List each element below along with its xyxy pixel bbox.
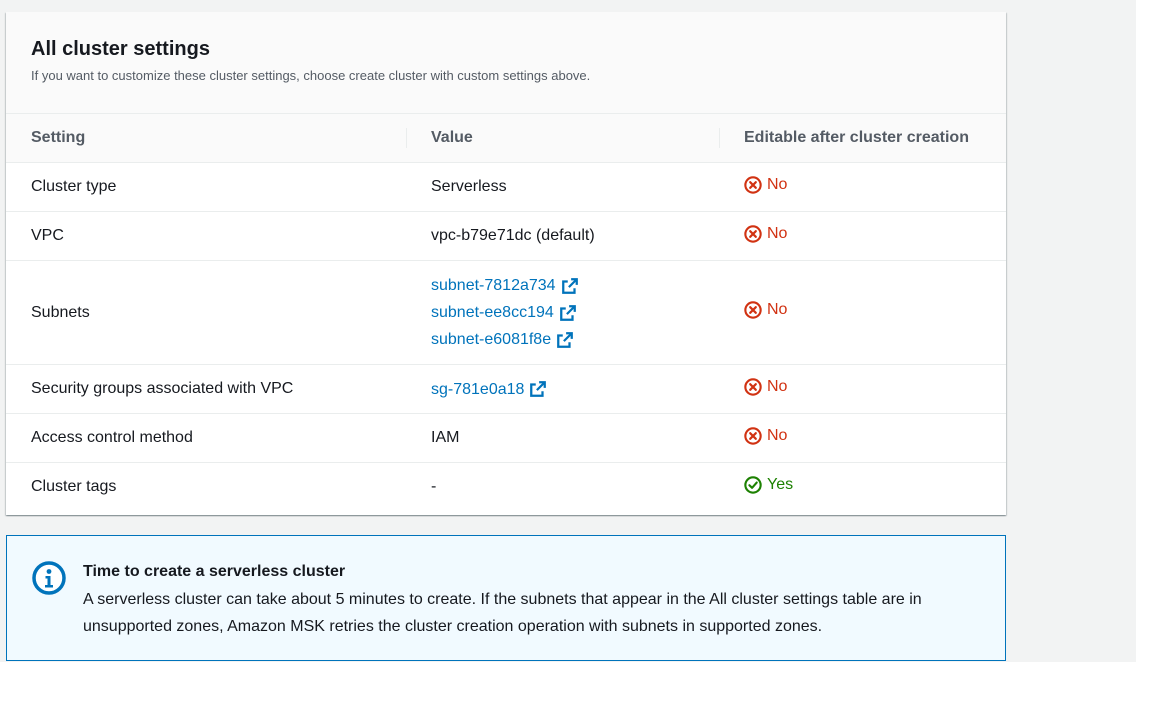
setting-value: IAM	[431, 429, 460, 446]
cluster-settings-panel: All cluster settings If you want to cust…	[6, 12, 1006, 515]
setting-value: -	[431, 478, 437, 496]
info-alert: Time to create a serverless cluster A se…	[6, 535, 1006, 661]
setting-value: Serverless	[431, 178, 507, 195]
table-row: Cluster tags - Yes	[6, 463, 1006, 512]
info-title: Time to create a serverless cluster	[83, 563, 346, 580]
panel-description: If you want to customize these cluster s…	[31, 68, 591, 83]
settings-table: Setting Value Editable after cluster cre…	[6, 114, 1006, 512]
x-circle-icon	[744, 175, 762, 194]
subnet-link[interactable]: subnet-ee8cc194	[431, 299, 577, 326]
table-row: VPC vpc-b79e71dc (default) No	[6, 211, 1006, 261]
editable-status: No	[744, 427, 787, 445]
column-header-editable: Editable after cluster creation	[719, 114, 1006, 163]
setting-name: Subnets	[6, 260, 406, 365]
x-circle-icon	[744, 426, 762, 445]
column-header-value: Value	[406, 114, 719, 163]
editable-status: No	[744, 301, 787, 319]
column-header-setting: Setting	[6, 114, 406, 163]
info-icon	[32, 561, 66, 595]
table-row: Subnets subnet-7812a734 subnet-ee8cc194 …	[6, 260, 1006, 365]
table-row: Cluster type Serverless No	[6, 162, 1006, 212]
setting-name: Security groups associated with VPC	[6, 364, 406, 414]
editable-status: No	[744, 378, 787, 396]
editable-status: Yes	[744, 476, 793, 494]
check-circle-icon	[744, 476, 762, 494]
subnet-link[interactable]: subnet-e6081f8e	[431, 326, 574, 353]
panel-title: All cluster settings	[31, 38, 210, 60]
table-row: Security groups associated with VPC sg-7…	[6, 364, 1006, 414]
setting-name: Access control method	[6, 413, 406, 463]
setting-name: Cluster type	[6, 162, 406, 212]
x-circle-icon	[744, 224, 762, 243]
external-link-icon	[561, 277, 578, 294]
external-link-icon	[557, 331, 573, 348]
external-link-icon	[530, 381, 547, 397]
setting-value: vpc-b79e71dc (default)	[431, 227, 595, 244]
x-circle-icon	[744, 377, 762, 396]
setting-name: Cluster tags	[31, 478, 117, 496]
editable-status: No	[744, 176, 787, 194]
setting-name: VPC	[6, 211, 406, 261]
panel-header: All cluster settings If you want to cust…	[6, 12, 1006, 114]
external-link-icon	[559, 304, 576, 321]
subnet-link[interactable]: subnet-7812a734	[431, 272, 579, 299]
editable-status: No	[744, 225, 787, 243]
subnet-links: subnet-7812a734 subnet-ee8cc194 subnet-e…	[406, 272, 719, 353]
x-circle-icon	[744, 301, 762, 319]
info-body: A serverless cluster can take about 5 mi…	[83, 591, 922, 635]
security-group-link[interactable]: sg-781e0a18	[431, 376, 547, 403]
table-row: Access control method IAM No	[6, 413, 1006, 463]
